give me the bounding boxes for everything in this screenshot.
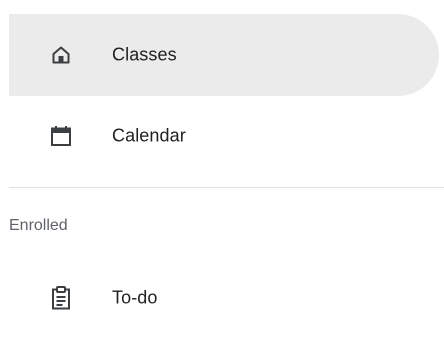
- nav-item-classes[interactable]: Classes: [9, 14, 439, 96]
- calendar-icon: [49, 124, 73, 148]
- side-navigation: Classes Calendar Enrolled To-do: [0, 0, 444, 334]
- divider: [9, 187, 444, 188]
- nav-item-label: Calendar: [112, 125, 186, 146]
- nav-item-label: To-do: [112, 287, 158, 308]
- section-header-enrolled: Enrolled: [9, 217, 68, 234]
- clipboard-icon: [49, 286, 73, 310]
- nav-item-label: Classes: [112, 44, 177, 65]
- home-icon: [49, 43, 73, 67]
